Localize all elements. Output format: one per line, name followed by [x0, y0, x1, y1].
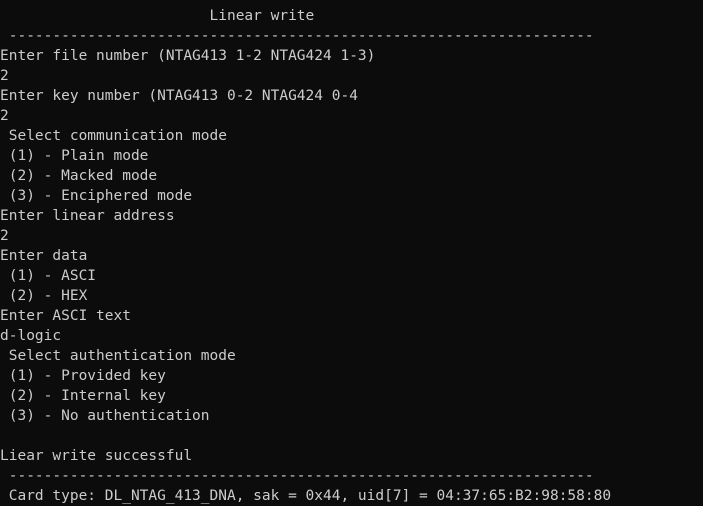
card-info-line: Card type: DL_NTAG_413_DNA, sak = 0x44, … — [0, 488, 612, 504]
option-enciphered-mode: (3) - Enciphered mode — [0, 188, 193, 204]
console-output: Linear write ---------------------------… — [0, 6, 703, 506]
header-title: Linear write — [0, 8, 315, 24]
option-no-authentication: (3) - No authentication — [0, 408, 210, 424]
option-plain-mode: (1) - Plain mode — [0, 148, 149, 164]
prompt-asci-text: Enter ASCI text — [0, 308, 131, 324]
separator-line: ----------------------------------------… — [0, 28, 594, 44]
input-asci-text: d-logic — [0, 328, 62, 344]
input-linear-address: 2 — [0, 228, 9, 244]
prompt-key-number: Enter key number (NTAG413 0-2 NTAG424 0-… — [0, 88, 358, 104]
separator-line-bottom: ----------------------------------------… — [0, 468, 594, 484]
input-key-number: 2 — [0, 108, 9, 124]
option-asci: (1) - ASCI — [0, 268, 97, 284]
prompt-authentication-mode: Select authentication mode — [0, 348, 236, 364]
prompt-enter-data: Enter data — [0, 248, 88, 264]
option-internal-key: (2) - Internal key — [0, 388, 166, 404]
result-message: Liear write successful — [0, 448, 193, 464]
input-file-number: 2 — [0, 68, 9, 84]
option-macked-mode: (2) - Macked mode — [0, 168, 158, 184]
prompt-linear-address: Enter linear address — [0, 208, 175, 224]
option-provided-key: (1) - Provided key — [0, 368, 166, 384]
prompt-communication-mode: Select communication mode — [0, 128, 227, 144]
option-hex: (2) - HEX — [0, 288, 88, 304]
prompt-file-number: Enter file number (NTAG413 1-2 NTAG424 1… — [0, 48, 376, 64]
